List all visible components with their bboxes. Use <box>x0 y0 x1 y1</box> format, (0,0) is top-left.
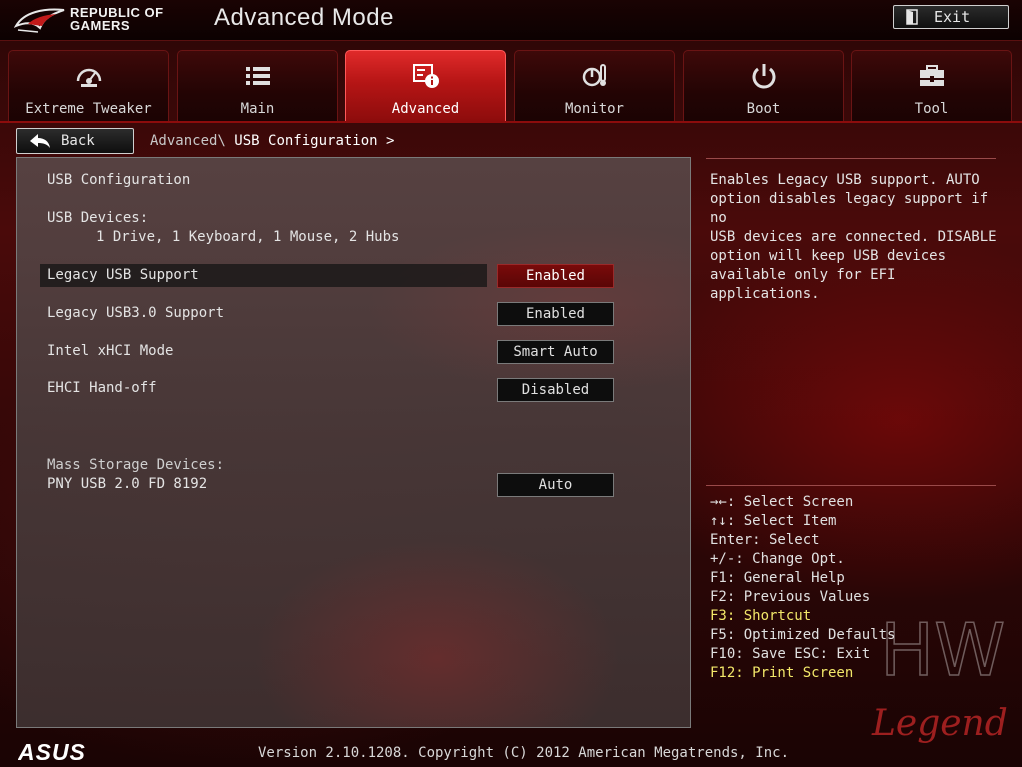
watermark-line-1: HW <box>880 608 1005 692</box>
tab-advanced[interactable]: Advanced <box>345 50 506 122</box>
exit-button[interactable]: Exit <box>893 5 1009 29</box>
version-footer: Version 2.10.1208. Copyright (C) 2012 Am… <box>258 745 790 761</box>
help-line: option disables legacy support if no <box>710 191 989 226</box>
mass-storage-value[interactable]: Auto <box>497 473 614 497</box>
key-hint-select-item: ↑↓: Select Item <box>710 513 837 529</box>
tab-monitor[interactable]: Monitor <box>514 50 675 122</box>
tab-label: Advanced <box>391 101 460 117</box>
watermark-line-2: Legend <box>871 703 1008 744</box>
ehci-hand-off-value[interactable]: Disabled <box>497 378 614 402</box>
tab-main[interactable]: Main <box>177 50 338 122</box>
settings-panel: USB Configuration USB Devices: 1 Drive, … <box>16 157 691 728</box>
back-button[interactable]: Back <box>16 128 134 154</box>
key-hint-f1: F1: General Help <box>710 570 845 586</box>
tab-label: Extreme Tweaker <box>25 101 152 117</box>
usb-devices-label: USB Devices: <box>47 210 149 226</box>
advanced-settings-icon <box>412 64 439 88</box>
rog-logo: REPUBLIC OF GAMERS <box>14 4 189 36</box>
breadcrumb-current: USB Configuration > <box>234 133 395 149</box>
hwlegend-watermark: HW Legend <box>871 607 1008 744</box>
exit-door-icon <box>906 9 918 25</box>
tab-extreme-tweaker[interactable]: Extreme Tweaker <box>8 50 169 122</box>
header-bar: REPUBLIC OF GAMERS Advanced Mode Exit <box>0 0 1022 41</box>
back-label: Back <box>61 133 95 149</box>
list-icon <box>245 67 270 85</box>
help-line: option will keep USB devices <box>710 248 947 264</box>
mode-title: Advanced Mode <box>214 4 394 31</box>
mass-storage-label: Mass Storage Devices: <box>47 457 225 473</box>
asus-logo-text: ASUS <box>18 740 86 764</box>
intel-xhci-mode-value[interactable]: Smart Auto <box>497 340 614 364</box>
key-hint-select-screen: →←: Select Screen <box>710 494 854 510</box>
usb-devices-value: 1 Drive, 1 Keyboard, 1 Mouse, 2 Hubs <box>96 229 400 245</box>
back-arrow-icon <box>30 134 50 148</box>
thermometer-fan-icon <box>582 64 606 87</box>
help-line: USB devices are connected. DISABLE <box>710 229 997 245</box>
help-divider-top <box>706 158 996 159</box>
section-title: USB Configuration <box>47 172 191 188</box>
key-hint-change-opt: +/-: Change Opt. <box>710 551 845 567</box>
help-divider-mid <box>706 485 996 486</box>
key-hint-enter: Enter: Select <box>710 532 820 548</box>
setting-ehci-hand-off[interactable]: EHCI Hand-off <box>47 380 157 396</box>
power-icon <box>752 64 775 89</box>
mass-storage-device[interactable]: PNY USB 2.0 FD 8192 <box>47 476 207 492</box>
tab-label: Tool <box>914 101 949 117</box>
asus-logo: ASUS <box>18 740 86 764</box>
setting-legacy-usb3-support[interactable]: Legacy USB3.0 Support <box>47 305 224 321</box>
rog-eye-icon <box>14 8 65 33</box>
tab-bar-divider <box>0 121 1022 123</box>
legacy-usb-support-value[interactable]: Enabled <box>497 264 614 288</box>
breadcrumb-parent[interactable]: Advanced\ <box>150 133 226 149</box>
help-line: available only for EFI applications. <box>710 267 896 302</box>
legacy-usb3-support-value[interactable]: Enabled <box>497 302 614 326</box>
rog-brand-text: REPUBLIC OF GAMERS <box>70 6 164 32</box>
setting-legacy-usb-support[interactable]: Legacy USB Support <box>47 267 199 283</box>
tab-label: Main <box>240 101 275 117</box>
brand-line-2: GAMERS <box>70 18 131 33</box>
tab-tool[interactable]: Tool <box>851 50 1012 122</box>
dial-gauge-icon <box>76 68 101 87</box>
tab-label: Monitor <box>564 101 624 117</box>
exit-label: Exit <box>934 8 971 26</box>
help-description: Enables Legacy USB support. AUTO option … <box>710 171 1010 304</box>
tab-bar: Extreme Tweaker Main Advanced Monitor Bo… <box>8 50 1014 122</box>
help-line: Enables Legacy USB support. AUTO <box>710 172 980 188</box>
toolbox-icon <box>919 65 944 86</box>
tab-boot[interactable]: Boot <box>683 50 844 122</box>
tab-label: Boot <box>746 101 781 117</box>
breadcrumb: Advanced\ USB Configuration > <box>150 133 394 149</box>
setting-intel-xhci-mode[interactable]: Intel xHCI Mode <box>47 343 173 359</box>
